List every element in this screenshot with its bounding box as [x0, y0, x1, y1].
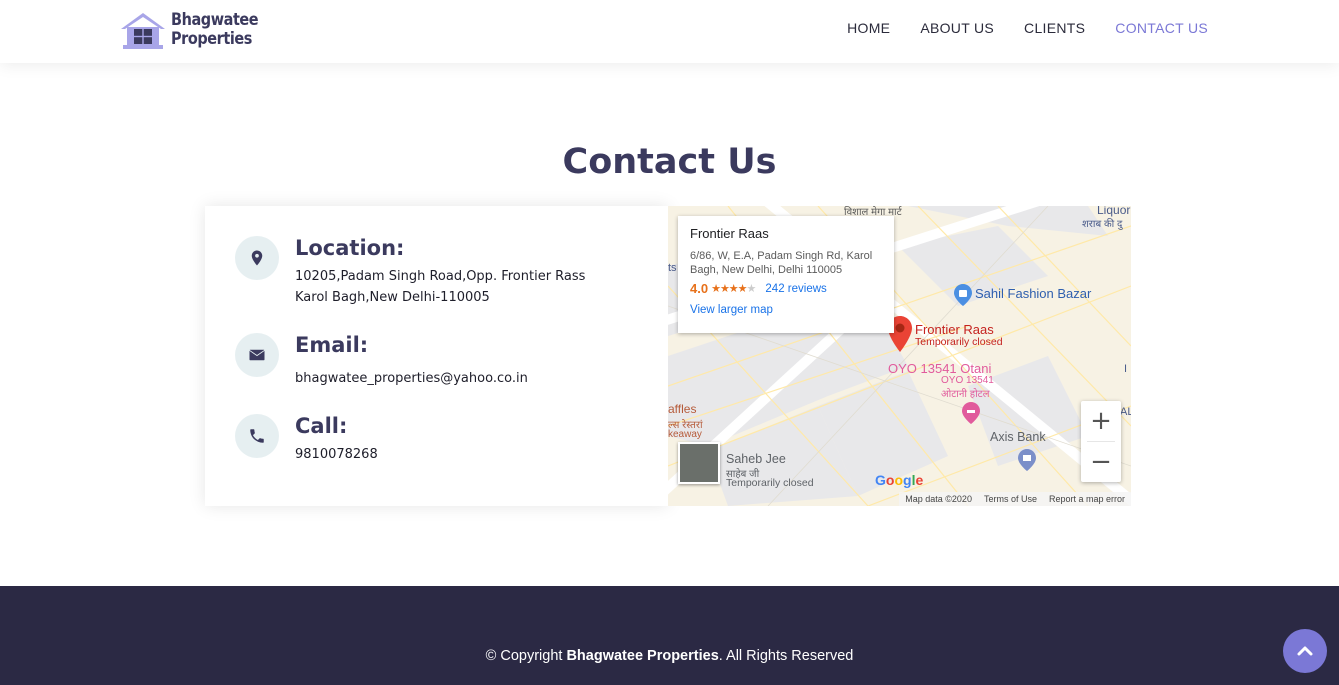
place-rating: 4.0 — [690, 281, 709, 296]
envelope-icon — [235, 333, 279, 377]
place-address-line-2: Bagh, New Delhi, Delhi 110005 — [690, 264, 843, 276]
email-title: Email: — [295, 333, 369, 357]
map-label-frontier[interactable]: Frontier Raas — [915, 322, 994, 337]
nav-home[interactable]: HOME — [847, 20, 890, 36]
google-map-embed[interactable]: विशाल मेगा मार्ट Liquor Sho शराब की दु t… — [668, 206, 1131, 506]
page-title: Contact Us — [562, 142, 777, 182]
nav-contact-us[interactable]: CONTACT US — [1115, 20, 1208, 36]
map-label-left-edge: ts — [668, 262, 677, 274]
email-value[interactable]: bhagwatee_properties@yahoo.co.in — [295, 368, 528, 389]
place-name: Frontier Raas — [690, 226, 769, 241]
google-logo: Google — [875, 472, 924, 488]
map-report-link[interactable]: Report a map error — [1049, 494, 1125, 504]
map-label-oyo[interactable]: OYO 13541 Otani — [888, 361, 991, 376]
house-logo-icon — [121, 13, 165, 49]
site-header: Bhagwatee Properties HOME ABOUT US CLIEN… — [0, 0, 1339, 63]
copyright-brand: Bhagwatee Properties — [566, 648, 719, 664]
call-value[interactable]: 9810078268 — [295, 444, 378, 465]
contact-info-card: Location: 10205,Padam Singh Road,Opp. Fr… — [205, 206, 668, 506]
copyright-prefix: © Copyright — [485, 648, 567, 664]
place-address-line-1: 6/86, W, E.A, Padam Singh Rd, Karol — [690, 250, 873, 262]
reviews-link[interactable]: 242 reviews — [765, 283, 826, 295]
bank-pin-icon[interactable] — [1018, 449, 1036, 471]
map-label-saheb[interactable]: Saheb Jee — [726, 452, 786, 466]
copyright-suffix: . All Rights Reserved — [718, 648, 854, 664]
location-title: Location: — [295, 236, 405, 260]
map-label-sahil[interactable]: Sahil Fashion Bazar — [975, 286, 1091, 301]
site-footer: © Copyright Bhagwatee Properties. All Ri… — [0, 586, 1339, 685]
shopping-pin-icon[interactable] — [954, 284, 972, 306]
map-footer: Map data ©2020 Terms of Use Report a map… — [899, 492, 1131, 506]
nav-clients[interactable]: CLIENTS — [1024, 20, 1085, 36]
main-nav: HOME ABOUT US CLIENTS CONTACT US — [847, 20, 1208, 36]
map-data-credit: Map data ©2020 — [905, 494, 972, 504]
zoom-out-button[interactable]: − — [1081, 442, 1121, 482]
nav-about-us[interactable]: ABOUT US — [920, 20, 994, 36]
map-label-saheb-status: Temporarily closed — [726, 477, 814, 489]
place-rating-row: 4.0 ★★★★★ 242 reviews — [690, 281, 882, 296]
map-label-axis[interactable]: Axis Bank — [990, 430, 1046, 444]
chevron-up-icon — [1297, 646, 1313, 656]
brand-line-1: Bhagwatee — [171, 10, 259, 30]
place-address: 6/86, W, E.A, Padam Singh Rd, Karol Bagh… — [690, 249, 882, 277]
location-line-1: 10205,Padam Singh Road,Opp. Frontier Ras… — [295, 269, 586, 284]
map-label-raffles-2: keaway — [668, 429, 702, 440]
zoom-in-button[interactable]: + — [1081, 401, 1121, 441]
map-terms-link[interactable]: Terms of Use — [984, 494, 1037, 504]
phone-icon — [235, 414, 279, 458]
view-larger-map-link[interactable]: View larger map — [690, 304, 882, 316]
brand-line-2: Properties — [171, 29, 252, 49]
star-rating-icon: ★★★★★ — [711, 283, 756, 295]
brand-name: Bhagwatee Properties — [171, 10, 259, 49]
place-info-card: Frontier Raas 6/86, W, E.A, Padam Singh … — [678, 216, 894, 333]
call-title: Call: — [295, 414, 348, 438]
site-logo[interactable]: Bhagwatee Properties — [117, 9, 274, 51]
map-label-oyo-2: OYO 13541 — [941, 375, 994, 386]
map-label-right-i: I — [1124, 363, 1128, 375]
hotel-pin-icon[interactable] — [962, 402, 980, 424]
map-label-liquor-hindi: शराब की दु — [1082, 219, 1123, 230]
map-marker-icon — [235, 236, 279, 280]
zoom-controls: + − — [1081, 401, 1121, 482]
map-label-right-al: AL — [1120, 406, 1131, 418]
back-to-top-button[interactable] — [1283, 629, 1327, 673]
street-view-thumbnail[interactable] — [678, 442, 720, 484]
copyright-text: © Copyright Bhagwatee Properties. All Ri… — [0, 648, 1339, 664]
map-label-frontier-status: Temporarily closed — [915, 336, 1003, 348]
map-label-raffles[interactable]: affles — [668, 402, 696, 416]
location-line-2: Karol Bagh,New Delhi-110005 — [295, 290, 490, 305]
map-label-oyo-hindi: ओटानी होटल — [941, 389, 990, 400]
